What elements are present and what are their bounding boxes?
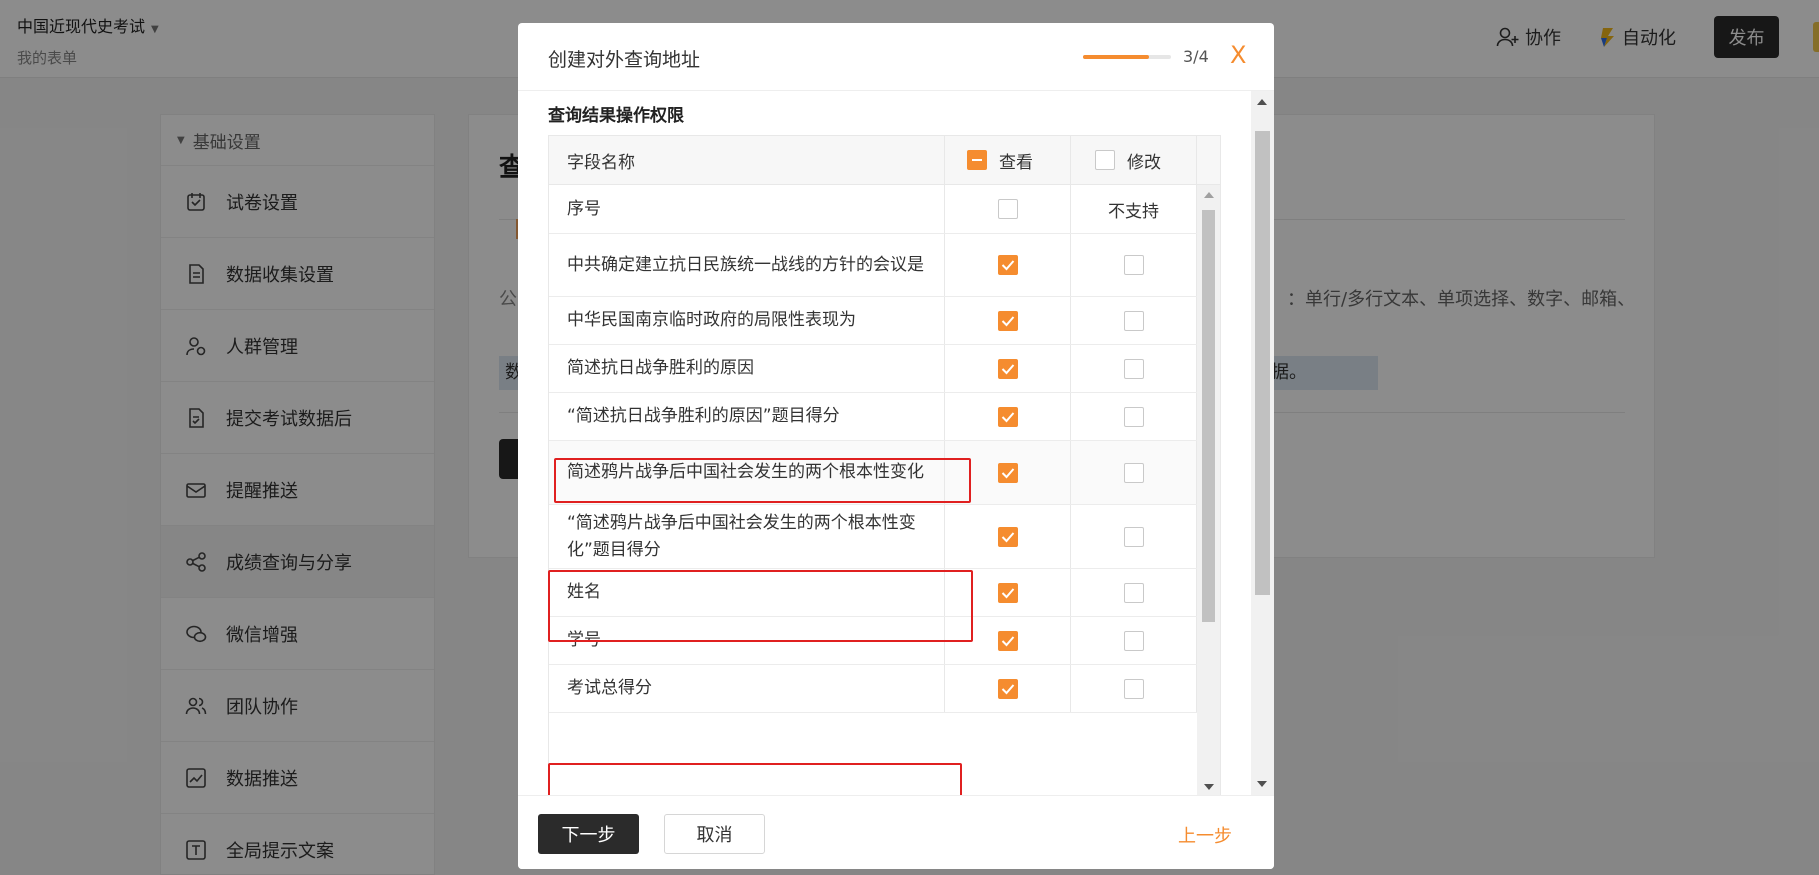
edit-checkbox[interactable]	[1123, 358, 1144, 379]
modal-footer: 下一步 取消 上一步	[518, 795, 1274, 869]
check-icon	[1001, 363, 1014, 374]
check-icon	[1001, 683, 1014, 694]
edit-all-checkbox[interactable]	[1095, 150, 1115, 170]
view-cell	[945, 185, 1071, 233]
field-name: 考试总得分	[549, 665, 945, 712]
edit-cell	[1071, 665, 1197, 712]
table-scrollbar-thumb[interactable]	[1202, 210, 1215, 622]
header-edit-label: 修改	[1127, 152, 1161, 173]
table-row: 考试总得分	[549, 665, 1220, 713]
view-checkbox[interactable]	[997, 255, 1018, 275]
check-icon	[1001, 467, 1014, 478]
edit-unsupported: 不支持	[1108, 201, 1159, 222]
modal-body: 查询结果操作权限 字段名称 查看 修改 序号 不支持 中共确定建立抗日民族统一战…	[518, 91, 1274, 795]
table-row: 中共确定建立抗日民族统一战线的方针的会议是	[549, 234, 1220, 297]
check-icon	[1001, 587, 1014, 598]
section-title: 查询结果操作权限	[548, 106, 684, 126]
field-name: 中共确定建立抗日民族统一战线的方针的会议是	[549, 234, 945, 296]
edit-cell	[1071, 297, 1197, 344]
edit-cell	[1071, 345, 1197, 392]
scroll-up-icon[interactable]	[1204, 192, 1214, 198]
header-field-name: 字段名称	[549, 136, 945, 184]
scroll-down-icon[interactable]	[1257, 781, 1267, 787]
table-row: “简述抗日战争胜利的原因”题目得分	[549, 393, 1220, 441]
modal-scrollbar[interactable]	[1251, 91, 1274, 795]
header-view-label: 查看	[999, 152, 1033, 173]
check-icon	[1001, 635, 1014, 646]
highlight-box	[548, 570, 973, 642]
table-scrollbar[interactable]	[1197, 185, 1220, 795]
check-icon	[1001, 260, 1014, 271]
highlight-box	[548, 763, 962, 795]
edit-checkbox[interactable]	[1123, 406, 1144, 427]
create-query-url-modal: 创建对外查询地址 3/4 X 查询结果操作权限 字段名称 查看 修改 序号 不支…	[518, 23, 1274, 869]
edit-checkbox[interactable]	[1123, 310, 1144, 331]
edit-cell: 不支持	[1071, 185, 1197, 233]
close-icon[interactable]: X	[1230, 41, 1246, 69]
cancel-button[interactable]: 取消	[664, 814, 765, 854]
check-icon	[1001, 411, 1014, 422]
table-row: 序号 不支持	[549, 185, 1220, 234]
view-checkbox[interactable]	[997, 582, 1018, 603]
view-checkbox[interactable]	[997, 358, 1018, 379]
view-cell	[945, 393, 1071, 440]
check-icon	[1001, 531, 1014, 542]
field-name: 序号	[549, 185, 945, 233]
view-cell	[945, 345, 1071, 392]
next-step-button[interactable]: 下一步	[538, 814, 639, 854]
field-name: 中华民国南京临时政府的局限性表现为	[549, 297, 945, 344]
table-row: 简述抗日战争胜利的原因	[549, 345, 1220, 393]
previous-step-button[interactable]: 上一步	[1178, 822, 1232, 848]
view-checkbox[interactable]	[997, 310, 1018, 331]
edit-cell	[1071, 505, 1197, 568]
edit-checkbox[interactable]	[1123, 582, 1144, 603]
view-cell	[945, 665, 1071, 712]
step-progress-bar	[1083, 55, 1171, 59]
edit-checkbox[interactable]	[1123, 255, 1144, 275]
modal-title: 创建对外查询地址	[548, 49, 701, 71]
highlight-box	[554, 458, 971, 503]
view-cell	[945, 505, 1071, 568]
view-checkbox[interactable]	[997, 406, 1018, 427]
edit-checkbox[interactable]	[1123, 526, 1144, 547]
field-name: “简述鸦片战争后中国社会发生的两个根本性变化”题目得分	[549, 505, 945, 568]
view-cell	[945, 297, 1071, 344]
edit-checkbox[interactable]	[1123, 630, 1144, 651]
view-checkbox[interactable]	[997, 526, 1018, 547]
table-row: “简述鸦片战争后中国社会发生的两个根本性变化”题目得分	[549, 505, 1220, 569]
view-checkbox[interactable]	[997, 630, 1018, 651]
step-progress-fill	[1083, 55, 1149, 59]
modal-header: 创建对外查询地址 3/4 X	[518, 23, 1274, 91]
modal-scrollbar-thumb[interactable]	[1255, 131, 1270, 595]
edit-cell	[1071, 234, 1197, 296]
view-checkbox[interactable]	[997, 462, 1018, 483]
field-name: “简述抗日战争胜利的原因”题目得分	[549, 393, 945, 440]
scroll-up-icon[interactable]	[1257, 99, 1267, 105]
field-name: 简述抗日战争胜利的原因	[549, 345, 945, 392]
view-cell	[945, 234, 1071, 296]
view-checkbox[interactable]	[997, 678, 1018, 699]
table-row: 中华民国南京临时政府的局限性表现为	[549, 297, 1220, 345]
edit-cell	[1071, 617, 1197, 664]
edit-cell	[1071, 441, 1197, 504]
table-header: 字段名称 查看 修改	[549, 136, 1220, 185]
check-icon	[1001, 315, 1014, 326]
edit-checkbox[interactable]	[1123, 678, 1144, 699]
header-view: 查看	[945, 136, 1071, 184]
edit-cell	[1071, 393, 1197, 440]
header-edit: 修改	[1071, 136, 1197, 184]
edit-checkbox[interactable]	[1123, 462, 1144, 483]
view-checkbox[interactable]	[997, 199, 1018, 219]
scroll-down-icon[interactable]	[1204, 784, 1214, 790]
view-all-checkbox[interactable]	[967, 150, 987, 170]
step-counter: 3/4	[1183, 47, 1209, 66]
edit-cell	[1071, 569, 1197, 616]
